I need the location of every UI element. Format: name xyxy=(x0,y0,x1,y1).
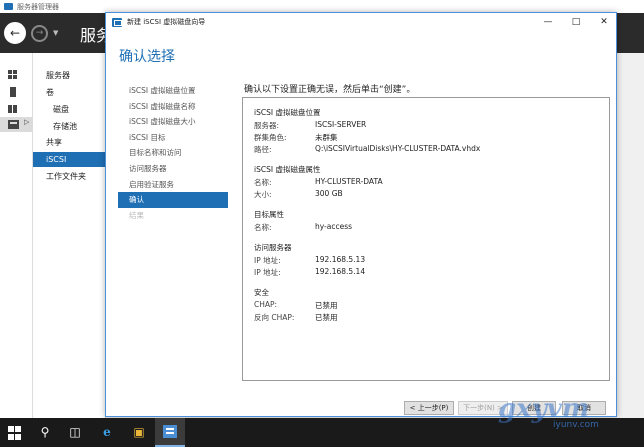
nav-item-iscsi[interactable]: iSCSI xyxy=(33,152,105,167)
instruction-text: 确认以下设置正确无误，然后单击“创建”。 xyxy=(244,85,416,95)
watermark-url: iyunv.com xyxy=(553,420,599,430)
step-disk-location[interactable]: iSCSI 虚拟磁盘位置 xyxy=(118,83,228,99)
nav-item-storage-pools[interactable]: 存储池 xyxy=(53,121,77,132)
file-explorer-icon[interactable]: ▣ xyxy=(124,418,154,447)
step-enable-auth[interactable]: 启用验证服务 xyxy=(118,177,228,193)
value-server: ISCSI-SERVER xyxy=(315,120,367,129)
value-ip-2: 192.168.5.14 xyxy=(315,267,366,276)
wizard-title: 新建 iSCSI 虚拟磁盘向导 xyxy=(127,18,206,26)
internet-explorer-icon[interactable]: e xyxy=(92,418,122,447)
section-heading-disk-location: iSCSI 虚拟磁盘位置 xyxy=(254,108,321,117)
value-reverse-chap: 已禁用 xyxy=(315,313,338,322)
label-ip-2: IP 地址: xyxy=(254,268,281,277)
value-ip-1: 192.168.5.13 xyxy=(315,255,366,264)
search-icon[interactable]: ⚲ xyxy=(30,418,60,447)
value-path: Q:\iSCSIVirtualDisks\HY-CLUSTER-DATA.vhd… xyxy=(315,144,481,153)
label-cluster-role: 群集角色: xyxy=(254,133,287,142)
step-target-name-access[interactable]: 目标名称和访问 xyxy=(118,145,228,161)
file-storage-icon xyxy=(8,120,19,129)
step-disk-size[interactable]: iSCSI 虚拟磁盘大小 xyxy=(118,114,228,130)
start-button[interactable] xyxy=(0,418,30,447)
expand-arrow-icon: ▷ xyxy=(24,118,30,126)
step-iscsi-target[interactable]: iSCSI 目标 xyxy=(118,130,228,146)
server-manager-app-icon-taskbar xyxy=(163,425,177,438)
label-ip-1: IP 地址: xyxy=(254,256,281,265)
file-storage-services-item[interactable]: ▷ xyxy=(0,117,33,132)
value-disk-name: HY-CLUSTER-DATA xyxy=(315,177,383,186)
close-icon[interactable]: ✕ xyxy=(592,14,616,30)
nav-item-disks[interactable]: 磁盘 xyxy=(53,104,69,115)
nav-item-volumes[interactable]: 卷 xyxy=(46,87,54,98)
previous-button[interactable]: < 上一步(P) xyxy=(404,401,454,415)
server-manager-app-icon xyxy=(4,3,13,10)
nav-item-servers[interactable]: 服务器 xyxy=(46,70,70,81)
all-servers-icon[interactable] xyxy=(8,104,18,114)
new-iscsi-virtual-disk-wizard: 新建 iSCSI 虚拟磁盘向导 — □ ✕ 确认选择 iSCSI 虚拟磁盘位置 … xyxy=(105,12,617,417)
step-results: 结果 xyxy=(129,210,144,220)
label-path: 路径: xyxy=(254,145,272,154)
section-heading-access-servers: 访问服务器 xyxy=(254,243,292,252)
wizard-steps: iSCSI 虚拟磁盘位置 iSCSI 虚拟磁盘名称 iSCSI 虚拟磁盘大小 i… xyxy=(118,83,228,223)
label-reverse-chap: 反向 CHAP: xyxy=(254,313,295,322)
label-disk-size: 大小: xyxy=(254,190,272,199)
windows-logo-icon xyxy=(8,426,22,440)
step-confirmation[interactable]: 确认 xyxy=(118,192,228,208)
step-disk-name[interactable]: iSCSI 虚拟磁盘名称 xyxy=(118,99,228,115)
value-cluster-role: 未群集 xyxy=(315,133,338,142)
wizard-app-icon xyxy=(112,17,122,27)
section-heading-security: 安全 xyxy=(254,288,269,297)
step-access-servers[interactable]: 访问服务器 xyxy=(118,161,228,177)
nav-item-shares[interactable]: 共享 xyxy=(46,137,62,148)
label-chap: CHAP: xyxy=(254,300,278,309)
local-server-icon[interactable] xyxy=(8,87,18,97)
forward-arrow-icon[interactable]: → xyxy=(31,25,48,42)
history-dropdown-icon[interactable]: ▼ xyxy=(53,29,58,37)
value-target-name: hy-access xyxy=(315,222,353,231)
server-manager-window-title: 服务器管理器 xyxy=(17,2,59,11)
server-manager-nav: 服务器 卷 磁盘 存储池 共享 iSCSI 工作文件夹 xyxy=(33,53,106,418)
label-target-name: 名称: xyxy=(254,223,272,232)
confirmation-summary: iSCSI 虚拟磁盘位置 服务器: ISCSI-SERVER 群集角色: 未群集… xyxy=(242,97,610,381)
value-disk-size: 300 GB xyxy=(315,189,343,198)
minimize-icon[interactable]: — xyxy=(536,14,560,30)
page-title: 确认选择 xyxy=(119,49,175,65)
dashboard-icon[interactable] xyxy=(8,70,18,80)
maximize-icon[interactable]: □ xyxy=(564,14,588,30)
server-manager-icon-rail: ▷ xyxy=(0,53,33,418)
nav-item-work-folders[interactable]: 工作文件夹 xyxy=(46,171,86,182)
section-heading-disk-properties: iSCSI 虚拟磁盘属性 xyxy=(254,165,321,174)
task-view-icon[interactable]: ◫ xyxy=(60,418,90,447)
value-chap: 已禁用 xyxy=(315,301,338,310)
label-disk-name: 名称: xyxy=(254,178,272,187)
server-manager-taskbar-icon[interactable] xyxy=(155,418,185,447)
label-server: 服务器: xyxy=(254,121,280,130)
back-arrow-icon[interactable]: ← xyxy=(4,22,26,44)
section-heading-target-properties: 目标属性 xyxy=(254,210,284,219)
